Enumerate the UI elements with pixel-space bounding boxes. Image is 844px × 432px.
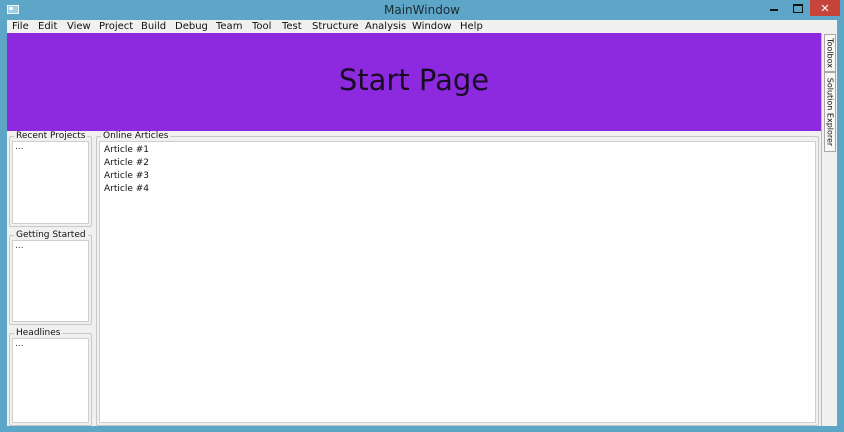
group-title: Headlines xyxy=(16,328,61,338)
menu-edit[interactable]: Edit xyxy=(38,20,57,33)
banner-title: Start Page xyxy=(338,63,490,97)
menu-file[interactable]: File xyxy=(12,20,29,33)
start-page-banner: Start Page xyxy=(7,33,821,131)
close-icon: ✕ xyxy=(820,1,830,15)
recent-projects-list[interactable]: ... xyxy=(12,141,89,224)
menu-bar: File Edit View Project Build Debug Team … xyxy=(7,20,837,33)
recent-projects-group: Recent Projects ... xyxy=(9,131,92,227)
menu-help[interactable]: Help xyxy=(460,20,483,33)
maximize-button[interactable] xyxy=(786,0,810,16)
article-item[interactable]: Article #1 xyxy=(104,144,149,157)
article-item[interactable]: Article #3 xyxy=(104,170,149,183)
menu-test[interactable]: Test xyxy=(282,20,302,33)
getting-started-group: Getting Started ... xyxy=(9,230,92,325)
side-tab-toolbox[interactable]: Toolbox xyxy=(824,34,836,72)
client-area: File Edit View Project Build Debug Team … xyxy=(7,20,837,426)
headlines-list[interactable]: ... xyxy=(12,338,89,423)
menu-view[interactable]: View xyxy=(67,20,91,33)
getting-started-list[interactable]: ... xyxy=(12,240,89,322)
menu-tool[interactable]: Tool xyxy=(252,20,271,33)
online-articles-list[interactable]: Article #1 Article #2 Article #3 Article… xyxy=(99,141,816,423)
group-title: Online Articles xyxy=(103,131,169,141)
title-bar[interactable]: MainWindow ✕ xyxy=(0,0,844,20)
close-button[interactable]: ✕ xyxy=(810,0,840,16)
menu-debug[interactable]: Debug xyxy=(175,20,208,33)
side-tab-label: Solution Explorer xyxy=(825,77,835,147)
menu-window[interactable]: Window xyxy=(412,20,451,33)
article-item[interactable]: Article #2 xyxy=(104,157,149,170)
group-title: Getting Started xyxy=(16,230,86,240)
group-title: Recent Projects xyxy=(16,131,86,141)
list-placeholder: ... xyxy=(15,142,24,152)
main-window: MainWindow ✕ File Edit View Project Buil… xyxy=(0,0,844,432)
minimize-icon xyxy=(770,9,778,11)
menu-build[interactable]: Build xyxy=(141,20,166,33)
minimize-button[interactable] xyxy=(762,0,786,16)
side-tab-solution-explorer[interactable]: Solution Explorer xyxy=(824,72,836,152)
menu-analysis[interactable]: Analysis xyxy=(365,20,406,33)
start-page-content: Recent Projects ... Getting Started ... … xyxy=(7,131,821,426)
side-tab-label: Toolbox xyxy=(825,38,835,68)
headlines-group: Headlines ... xyxy=(9,328,92,426)
maximize-icon xyxy=(793,3,803,13)
list-placeholder: ... xyxy=(15,241,24,251)
article-item[interactable]: Article #4 xyxy=(104,183,149,196)
side-tab-strip: Toolbox Solution Explorer xyxy=(821,33,837,426)
online-articles-group: Online Articles Article #1 Article #2 Ar… xyxy=(96,131,819,426)
menu-project[interactable]: Project xyxy=(99,20,133,33)
list-placeholder: ... xyxy=(15,339,24,349)
menu-structure[interactable]: Structure xyxy=(312,20,359,33)
menu-team[interactable]: Team xyxy=(216,20,242,33)
window-title: MainWindow xyxy=(384,3,460,17)
